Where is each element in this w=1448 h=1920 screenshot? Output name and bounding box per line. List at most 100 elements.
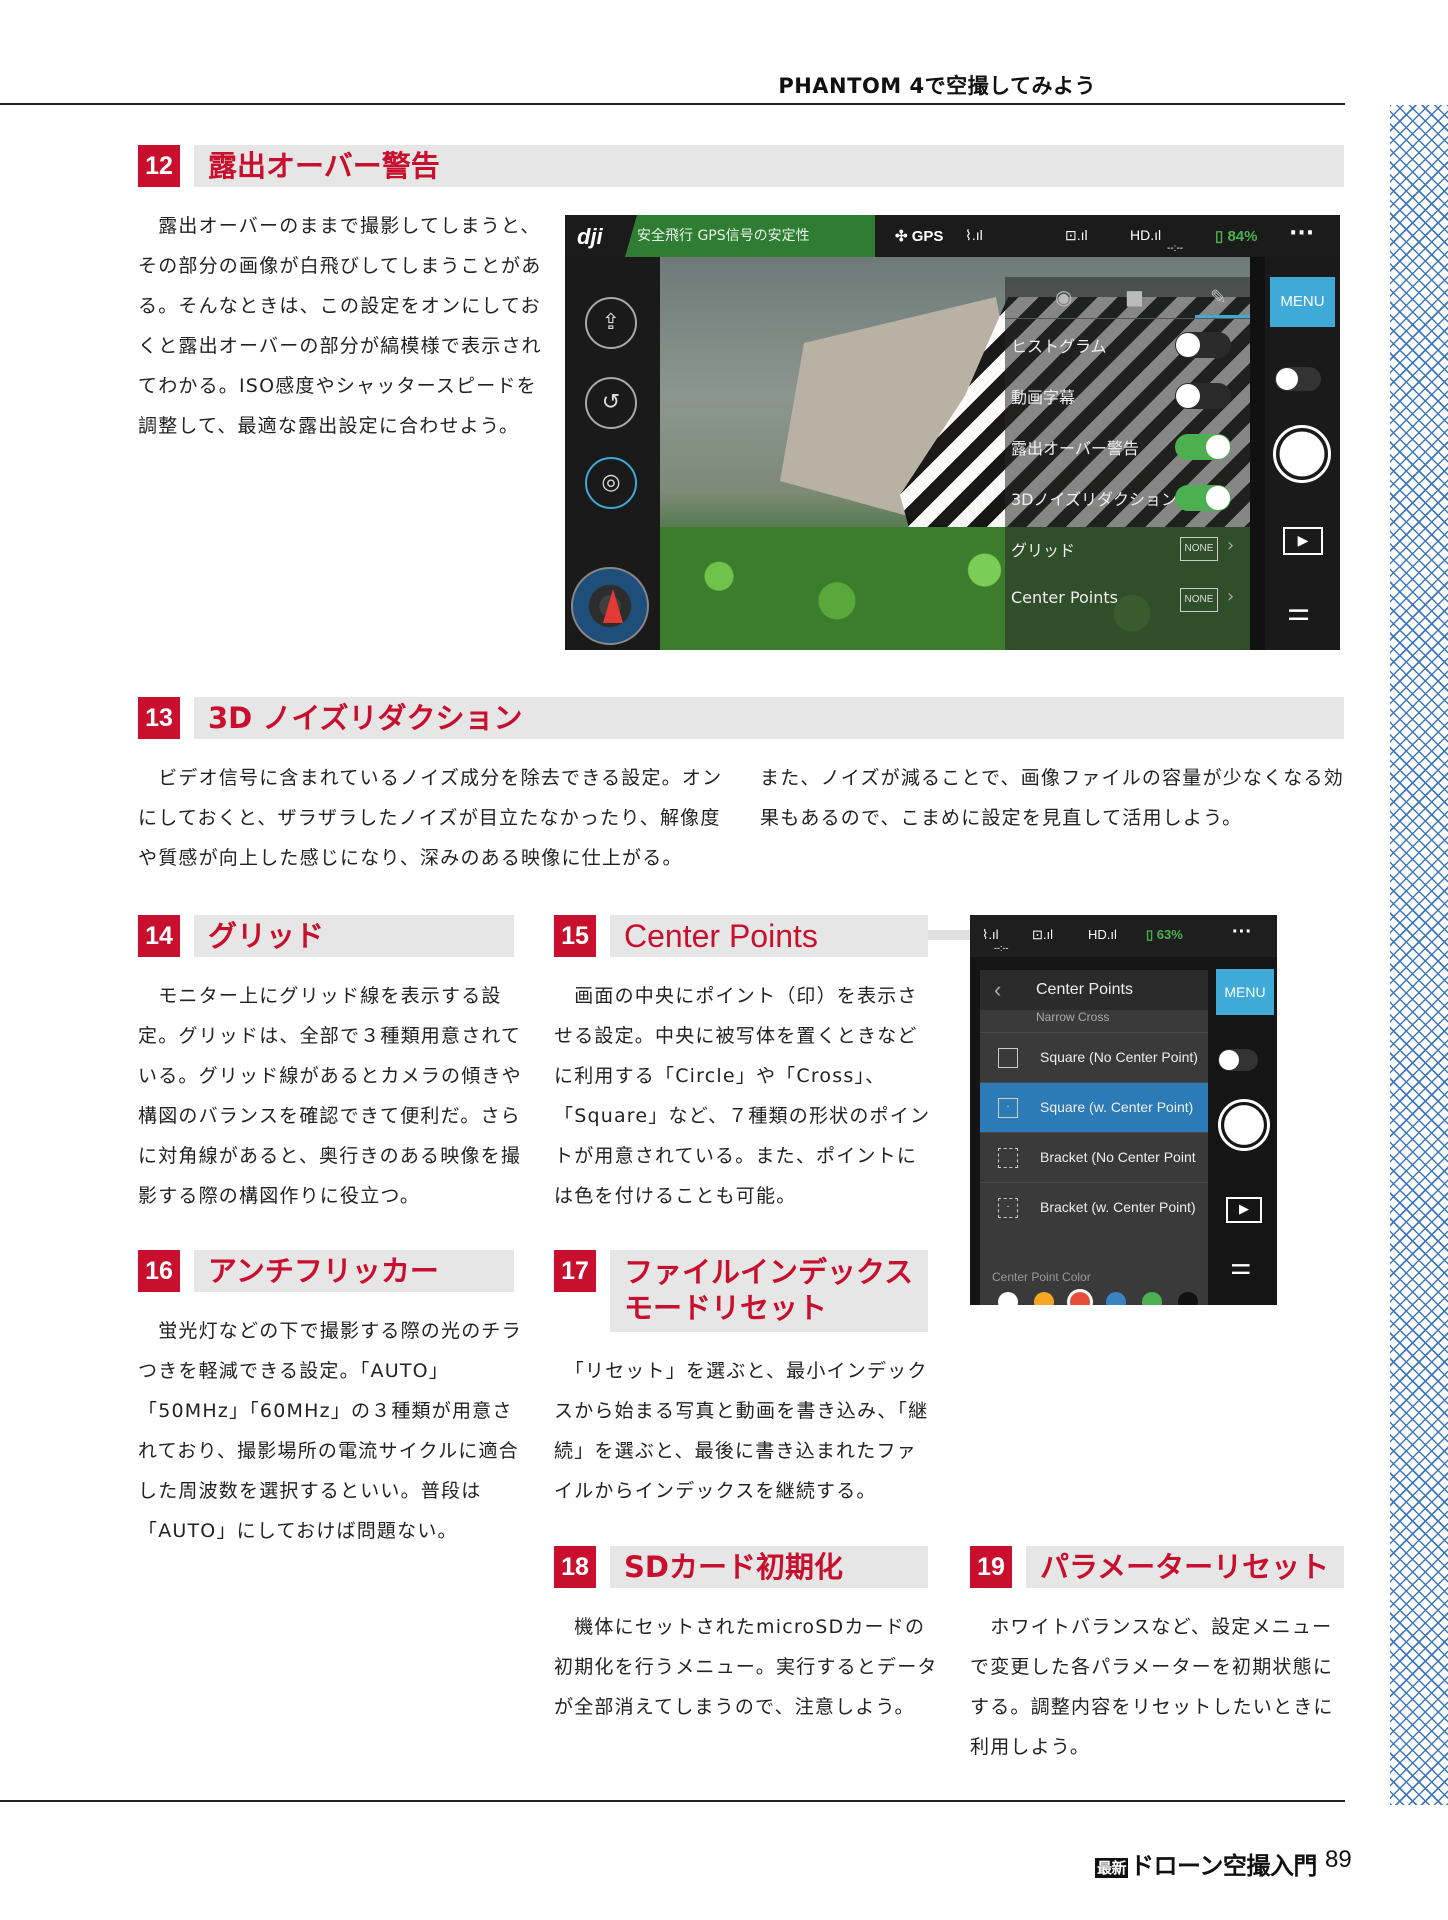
header-rule	[0, 103, 1345, 105]
wrench-tab-icon[interactable]: ✎	[1210, 285, 1227, 309]
section-number: 12	[138, 145, 180, 187]
status-bar: dji 安全飛行 GPS信号の安定性 ✣ GPS ⌇.ıl ⊡.ıl HD.ıl…	[565, 215, 1340, 257]
shutter-button[interactable]	[1218, 1099, 1270, 1151]
section-title: SDカード初期化	[624, 1550, 843, 1584]
list-item-selected[interactable]: · Square (w. Center Point)	[980, 1082, 1208, 1132]
section-17-body: 「リセット」を選ぶと、最小インデックスから始まる写真と動画を書き込み、「継続」を…	[554, 1360, 929, 1502]
section-13-body-right: また、ノイズが減ることで、画像ファイルの容量が少なくなる効果もあるので、こまめに…	[760, 767, 1344, 829]
rc-signal-icon: ⊡.ıl	[1065, 227, 1088, 243]
menu-button[interactable]: MENU	[1216, 969, 1274, 1015]
running-title: PHANTOM 4で空撮してみよう	[778, 74, 1096, 98]
dji-go-camera-settings-screenshot: dji 安全飛行 GPS信号の安定性 ✣ GPS ⌇.ıl ⊡.ıl HD.ıl…	[565, 215, 1340, 650]
section-13-body-left: ビデオ信号に含まれているノイズ成分を除去できる設定。オンにしておくと、ザラザラし…	[138, 767, 723, 869]
setting-row-3d-nr[interactable]: 3Dノイズリダクション	[1005, 472, 1250, 523]
status-bar: ⌇.ıl --:-- ⊡.ıl HD.ıl ▯ 63% ···	[970, 915, 1277, 957]
section-16-heading: 16 アンチフリッカー	[138, 1250, 514, 1292]
photo-video-switch[interactable]	[1218, 1049, 1258, 1071]
chevron-left-icon[interactable]: ‹	[994, 970, 1001, 1010]
list-item[interactable]: Square (No Center Point)	[980, 1032, 1208, 1082]
color-swatch[interactable]	[1034, 1292, 1054, 1305]
takeoff-icon[interactable]: ⇪	[585, 297, 637, 349]
section-15-heading: 15 Center Points	[554, 915, 928, 957]
3d-nr-toggle[interactable]	[1175, 485, 1231, 511]
section-title: パラメーターリセット	[1040, 1550, 1330, 1584]
battery-icon: ▯	[1146, 927, 1154, 942]
section-number: 19	[970, 1546, 1012, 1588]
section-title-line-1: ファイルインデックス	[624, 1255, 914, 1289]
footer-rule	[0, 1800, 1345, 1802]
section-number: 17	[554, 1250, 596, 1292]
photo-video-switch[interactable]	[1275, 367, 1321, 391]
timer: --:--	[1167, 243, 1184, 254]
section-number: 14	[138, 915, 180, 957]
setting-row-histogram[interactable]: ヒストグラム	[1005, 319, 1250, 370]
bracket-center-dot-icon: ·	[998, 1198, 1018, 1218]
chevron-right-icon: ›	[1227, 586, 1235, 607]
hd-signal: HD.ıl	[1130, 227, 1162, 243]
center-points-none-icon: NONE	[1180, 588, 1218, 612]
right-toolbar: MENU ▶ ⚌	[1265, 257, 1340, 650]
signal-icon: ⌇.ıl	[982, 927, 999, 942]
square-center-dot-icon: ·	[998, 1098, 1018, 1118]
setting-row-grid[interactable]: グリッド NONE ›	[1005, 523, 1250, 574]
section-17-heading: 17 ファイルインデックス モードリセット	[554, 1250, 928, 1332]
section-16-body: 蛍光灯などの下で撮影する際の光のチラつきを軽減できる設定。「AUTO」「50MH…	[138, 1320, 522, 1542]
square-icon	[998, 1048, 1018, 1068]
color-swatch[interactable]	[1178, 1292, 1198, 1305]
flight-status-text: 安全飛行 GPS信号の安定性	[625, 215, 875, 257]
book-title: 最新 ドローン空撮入門	[1095, 1852, 1317, 1880]
list-header: ‹ Center Points	[980, 970, 1208, 1010]
color-swatch[interactable]	[1142, 1292, 1162, 1305]
grid-none-icon: NONE	[1180, 537, 1218, 561]
subtitles-toggle[interactable]	[1175, 383, 1231, 409]
radar-map-icon[interactable]	[571, 567, 649, 645]
shutter-button[interactable]	[1273, 425, 1331, 483]
sliders-icon[interactable]: ⚌	[1287, 597, 1310, 627]
playback-icon[interactable]: ▶	[1226, 1197, 1262, 1223]
drone-icon: ✣	[895, 228, 908, 245]
hd-signal: HD.ıl	[1088, 927, 1117, 942]
setting-row-overexposure[interactable]: 露出オーバー警告	[1005, 421, 1250, 472]
histogram-toggle[interactable]	[1175, 332, 1231, 358]
timer: --:--	[994, 943, 1009, 953]
center-point-color-label: Center Point Color	[992, 1270, 1091, 1284]
sliders-icon[interactable]: ⚌	[1230, 1252, 1252, 1280]
signal-icon: ⌇.ıl	[965, 227, 983, 243]
video-tab-icon[interactable]: ■	[1125, 285, 1144, 309]
setting-row-center-points[interactable]: Center Points NONE ›	[1005, 574, 1250, 625]
color-swatch[interactable]	[1106, 1292, 1126, 1305]
list-item[interactable]: · Bracket (w. Center Point)	[980, 1182, 1208, 1232]
section-14-heading: 14 グリッド	[138, 915, 514, 957]
section-title: アンチフリッカー	[208, 1254, 439, 1288]
side-crosshatch-pattern	[1390, 105, 1448, 1805]
section-title: グリッド	[208, 919, 325, 953]
camera-settings-panel: ◉ ■ ✎ ヒストグラム 動画字幕 露出オーバー警告 3Dノイズリダクション グ…	[1005, 277, 1250, 650]
page-number: 89	[1325, 1846, 1352, 1873]
return-home-icon[interactable]: ↺	[585, 377, 637, 429]
rc-signal-icon: ⊡.ıl	[1032, 927, 1054, 942]
list-item[interactable]: Bracket (No Center Point	[980, 1132, 1208, 1182]
menu-button[interactable]: MENU	[1270, 277, 1335, 327]
section-12-heading: 12 露出オーバー警告	[138, 145, 1344, 187]
aircraft-heading-icon	[603, 589, 623, 623]
section-number: 16	[138, 1250, 180, 1292]
section-title: Center Points	[624, 918, 818, 954]
gps-indicator: ✣ GPS	[895, 228, 944, 245]
more-icon[interactable]: ···	[1232, 921, 1252, 944]
color-swatch[interactable]	[998, 1292, 1018, 1305]
section-title: 露出オーバー警告	[208, 149, 440, 183]
battery-icon: ▯	[1215, 228, 1224, 245]
setting-row-subtitles[interactable]: 動画字幕	[1005, 370, 1250, 421]
list-item-cut: Narrow Cross	[1036, 1010, 1110, 1022]
intelligent-mode-icon[interactable]: ◎	[585, 457, 637, 509]
overexposure-toggle[interactable]	[1175, 434, 1231, 460]
color-swatch-selected[interactable]	[1070, 1292, 1090, 1305]
section-13-heading: 13 3D ノイズリダクション	[138, 697, 1344, 739]
more-icon[interactable]: ···	[1289, 221, 1314, 246]
camera-tab-icon[interactable]: ◉	[1055, 285, 1072, 309]
playback-icon[interactable]: ▶	[1283, 527, 1323, 555]
right-toolbar: MENU ▶ ⚌	[1212, 957, 1277, 1305]
dji-logo: dji	[577, 224, 603, 249]
battery-level: ▯ 63%	[1146, 927, 1183, 942]
section-18-body: 機体にセットされたmicroSDカードの初期化を行うメニュー。実行するとデータが…	[554, 1616, 938, 1718]
